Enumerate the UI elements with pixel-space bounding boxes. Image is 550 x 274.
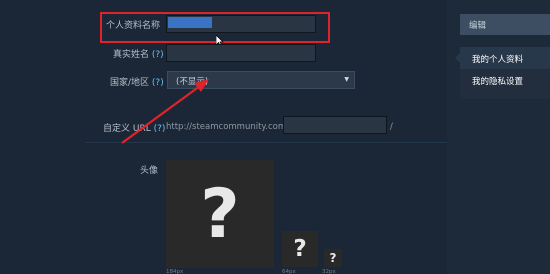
nav-privacy-settings[interactable]: 我的隐私设置 — [460, 69, 550, 99]
edit-header: 编辑 — [460, 14, 550, 35]
right-sidebar — [447, 0, 550, 274]
nav-my-profile[interactable]: 我的个人资料 — [460, 47, 550, 69]
profile-edit-page: 个人资料名称 真实姓名 (?) 国家/地区 (?) (不显示) ▼ 自定义 UR… — [0, 0, 550, 274]
